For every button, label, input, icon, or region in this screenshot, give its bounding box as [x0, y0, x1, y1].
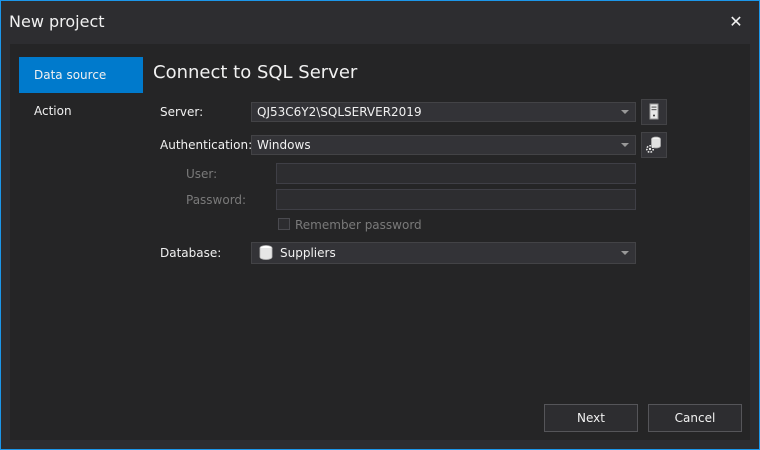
- chevron-down-icon: [621, 251, 629, 255]
- password-field[interactable]: [276, 189, 636, 210]
- remember-password-checkbox[interactable]: [278, 218, 290, 230]
- remember-password-label: Remember password: [295, 218, 422, 232]
- nav-item-action[interactable]: Action: [19, 93, 143, 129]
- page-title: Connect to SQL Server: [153, 62, 358, 83]
- authentication-value: Windows: [257, 138, 311, 152]
- database-combo[interactable]: Suppliers: [251, 242, 636, 264]
- server-value: QJ53C6Y2\SQLSERVER2019: [257, 105, 422, 119]
- database-value: Suppliers: [280, 246, 336, 260]
- server-label: Server:: [160, 105, 204, 119]
- close-icon[interactable]: ✕: [727, 13, 745, 31]
- browse-servers-button[interactable]: [641, 99, 667, 125]
- wizard-nav: Data source Action: [19, 57, 143, 129]
- user-field[interactable]: [276, 163, 636, 184]
- dialog-content: Data source Action Connect to SQL Server…: [10, 44, 750, 440]
- connection-settings-button[interactable]: [641, 132, 667, 158]
- chevron-down-icon: [621, 143, 629, 147]
- server-combo[interactable]: QJ53C6Y2\SQLSERVER2019: [251, 102, 636, 122]
- authentication-combo[interactable]: Windows: [251, 135, 636, 155]
- server-icon: [649, 103, 659, 120]
- nav-item-label: Action: [34, 104, 72, 118]
- nav-item-label: Data source: [34, 68, 107, 82]
- title-bar: New project ✕: [1, 1, 759, 43]
- database-icon: [259, 245, 273, 260]
- user-label: User:: [186, 167, 218, 181]
- database-label: Database:: [160, 246, 222, 260]
- dialog-window: New project ✕ Data source Action Connect…: [0, 0, 760, 450]
- window-title: New project: [9, 12, 105, 31]
- cancel-button[interactable]: Cancel: [648, 404, 742, 432]
- next-button[interactable]: Next: [544, 404, 638, 432]
- chevron-down-icon: [621, 110, 629, 114]
- authentication-label: Authentication:: [160, 138, 253, 152]
- password-label: Password:: [186, 193, 247, 207]
- nav-item-data-source[interactable]: Data source: [19, 57, 143, 93]
- database-settings-icon: [646, 136, 661, 154]
